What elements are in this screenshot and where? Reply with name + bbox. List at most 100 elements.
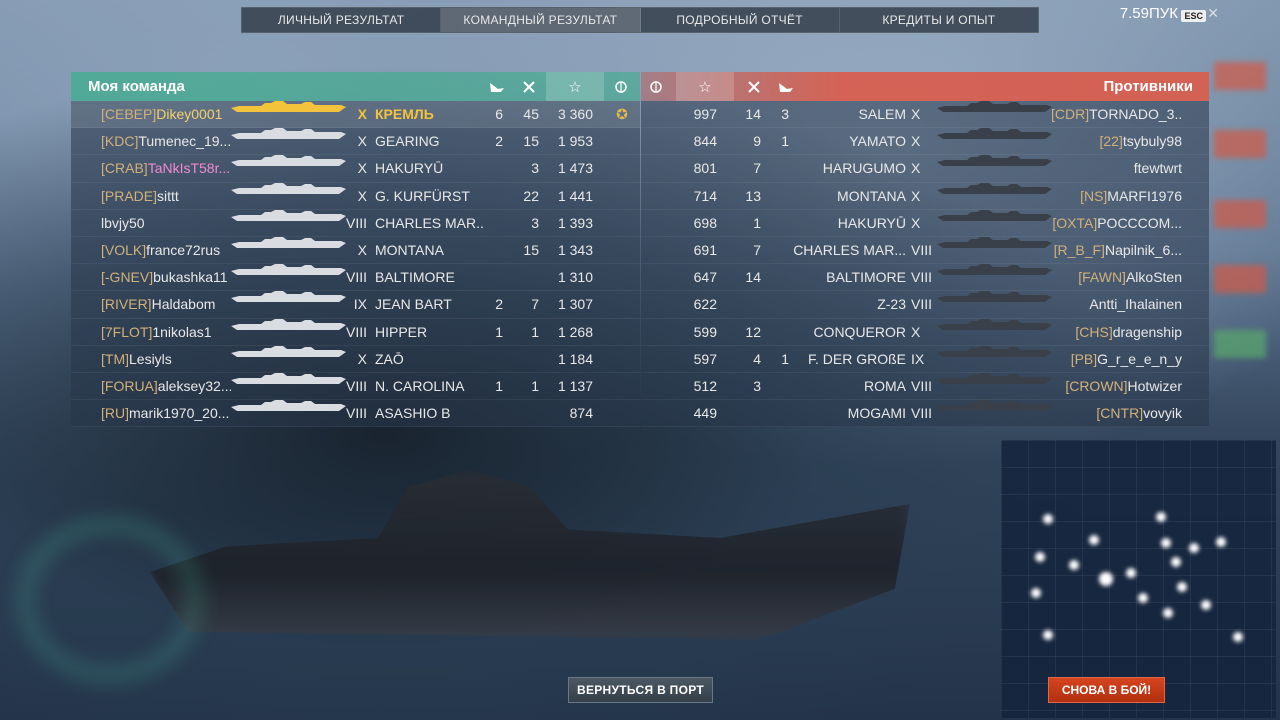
- tab-team-result[interactable]: КОМАНДНЫЙ РЕЗУЛЬТАТ: [441, 8, 641, 32]
- ship-tier: VIII: [911, 241, 933, 258]
- player-row[interactable]: 714 13 MONTANA X [NS]MARFI1976: [641, 182, 1209, 210]
- player-row[interactable]: [CRAB]TaNkIsT58r... X HAKURYŪ 3 1 473: [71, 155, 640, 183]
- player-row[interactable]: 997 14 3 SALEM X [CDR]TORNADO_3...: [641, 101, 1209, 129]
- player-row[interactable]: [FORUA]aleksey32... VIII N. CAROLINA 1 1 1 13…: [71, 372, 640, 401]
- planes-shot-down: 6: [495, 106, 503, 122]
- base-xp: 714: [693, 187, 717, 204]
- player-row[interactable]: 597 4 1 F. DER GROßE IX [PB]G_r_e_e_n_y: [641, 345, 1209, 373]
- minimap-marker: [1216, 537, 1226, 547]
- minimap-marker: [1099, 572, 1113, 586]
- esc-key-hint[interactable]: ESC: [1181, 10, 1206, 22]
- star-icon: ☆: [676, 72, 734, 101]
- player-row[interactable]: [TM]Lesiyls X ZAŌ 1 184: [71, 345, 640, 373]
- base-xp: 1 393: [557, 214, 593, 231]
- player-row[interactable]: 512 3 ROMA VIII [CROWN]Hotwizer: [641, 372, 1209, 401]
- ship-tier: VIII: [345, 323, 367, 340]
- ship-name: HIPPER: [375, 323, 428, 340]
- player-row[interactable]: [7FLOT]1nikolas1 VIII HIPPER 1 1 1 268: [71, 318, 640, 346]
- tab-detailed-report[interactable]: ПОДРОБНЫЙ ОТЧЁТ: [641, 8, 840, 32]
- ship-silhouette-icon: [937, 400, 1052, 427]
- player-nickname: bukashka11: [153, 269, 228, 286]
- ribbons-count: 3: [531, 160, 539, 177]
- player-row[interactable]: 599 12 CONQUEROR X [CHS]dragenship: [641, 318, 1209, 346]
- player-name: [PRADE]sittt: [101, 183, 231, 210]
- ship-silhouette-icon: [937, 101, 1052, 128]
- planes-shot-down: 1: [781, 133, 789, 150]
- side-team-bar: [1214, 62, 1266, 90]
- ribbons-count: 3: [531, 214, 539, 231]
- medal-icon: [612, 264, 632, 291]
- ship-name: ZAŌ: [375, 350, 404, 367]
- player-name: [CROWN]Hotwizer: [1051, 373, 1182, 400]
- player-row[interactable]: lbvjy50 VIII CHARLES MAR... 3 1 393: [71, 209, 640, 237]
- player-nickname: dragenship: [1112, 323, 1182, 340]
- ship-name: HAKURYŪ: [837, 214, 906, 231]
- ship-silhouette-icon: [231, 291, 346, 318]
- ship-name: HARUGUMO: [822, 160, 906, 177]
- planes-shot-down: [771, 373, 789, 400]
- player-row[interactable]: 622 Z-23 VIII Antti_Ihalainen: [641, 291, 1209, 319]
- player-clan-tag: [KDC]: [101, 133, 139, 150]
- player-nickname: G_r_e_e_n_y: [1097, 350, 1182, 367]
- player-name: [CRAB]TaNkIsT58r...: [101, 155, 231, 182]
- ship-name: MOGAMI: [847, 405, 906, 422]
- player-row[interactable]: [RU]marik1970_20... VIII ASASHIO B 874: [71, 400, 640, 428]
- ship-tier: IX: [911, 350, 925, 367]
- player-row[interactable]: [KDC]Tumenec_19... X GEARING 2 15 1 953: [71, 128, 640, 156]
- player-nickname: Napilnik_6...: [1104, 241, 1182, 258]
- player-nickname: lbvjy50: [101, 214, 145, 231]
- player-row[interactable]: [VOLK]france72rus X MONTANA 15 1 343: [71, 236, 640, 265]
- tab-personal-result[interactable]: ЛИЧНЫЙ РЕЗУЛЬТАТ: [242, 8, 442, 32]
- ship-tier: X: [911, 187, 921, 204]
- ship-name: BALTIMORE: [826, 269, 906, 286]
- player-row[interactable]: [СЕВЕР]Dikey0001 X КРЕМЛЬ 6 45 3 360 ✪: [71, 101, 640, 129]
- ribbons-count: 13: [745, 187, 761, 204]
- ribbons-count: 1: [531, 323, 539, 340]
- medal-icon: [612, 400, 632, 427]
- player-row[interactable]: 844 9 1 YAMATO X [22]tsybuly98: [641, 128, 1209, 156]
- background-hud-ring: [20, 520, 200, 680]
- base-xp: 1 441: [557, 187, 593, 204]
- player-name: [OXTA]POCCCOM...: [1051, 210, 1182, 237]
- player-nickname: tsybuly98: [1122, 133, 1182, 150]
- player-row[interactable]: 698 1 HAKURYŪ X [OXTA]POCCCOM...: [641, 209, 1209, 237]
- base-xp: 1 953: [557, 133, 593, 150]
- player-row[interactable]: 801 7 HARUGUMO Xftewtwrt: [641, 155, 1209, 183]
- planes-shot-down: [483, 210, 503, 237]
- ribbons-count: 7: [753, 241, 761, 258]
- ship-name: MONTANA: [837, 187, 906, 204]
- player-row[interactable]: 647 14 BALTIMORE VIII [FAWN]AlkoSten: [641, 264, 1209, 292]
- ship-tier: VIII: [345, 269, 367, 286]
- ship-name: GEARING: [375, 133, 440, 150]
- ship-name: Z-23: [877, 296, 906, 313]
- player-row[interactable]: 691 7 CHARLES MAR... VIII [R_B_F]Napilnik_6.…: [641, 236, 1209, 265]
- ship-silhouette-icon: [937, 182, 1052, 210]
- base-xp: 1 268: [557, 323, 593, 340]
- tab-credits-xp[interactable]: КРЕДИТЫ И ОПЫТ: [840, 8, 1038, 32]
- minimap-marker: [1126, 568, 1136, 578]
- planes-shot-down: 2: [495, 133, 503, 150]
- laurel-icon: [606, 72, 636, 101]
- planes-shot-down: [483, 237, 503, 264]
- player-nickname: marik1970_20...: [129, 405, 230, 422]
- player-nickname: sittt: [157, 187, 179, 204]
- player-row[interactable]: [PRADE]sittt X G. KURFÜRST 22 1 441: [71, 182, 640, 210]
- player-nickname: 1nikolas1: [152, 323, 212, 340]
- player-row[interactable]: [-GNEV]bukashka11 VIII BALTIMORE 1 310: [71, 264, 640, 292]
- minimap-marker: [1156, 512, 1166, 522]
- ship-silhouette-icon: [937, 128, 1052, 155]
- player-row[interactable]: 449 MOGAMI VIII [CNTR]vovyik: [641, 400, 1209, 428]
- minimap-marker: [1069, 560, 1079, 570]
- back-to-port-button[interactable]: ВЕРНУТЬСЯ В ПОРТ: [568, 677, 713, 703]
- ship-tier: X: [357, 160, 367, 177]
- ship-silhouette-icon: [231, 128, 346, 155]
- player-name: [СЕВЕР]Dikey0001: [101, 101, 231, 128]
- ship-silhouette-icon: [937, 236, 1052, 264]
- base-xp: 1 307: [557, 296, 593, 313]
- base-xp: 1 310: [557, 269, 593, 286]
- player-name: [7FLOT]1nikolas1: [101, 319, 231, 346]
- player-row[interactable]: [RIVER]Haldabom IX JEAN BART 2 7 1 307: [71, 291, 640, 319]
- close-icon[interactable]: ✕: [1207, 5, 1219, 22]
- side-team-bar: [1214, 330, 1266, 358]
- battle-again-button[interactable]: СНОВА В БОЙ!: [1048, 677, 1165, 703]
